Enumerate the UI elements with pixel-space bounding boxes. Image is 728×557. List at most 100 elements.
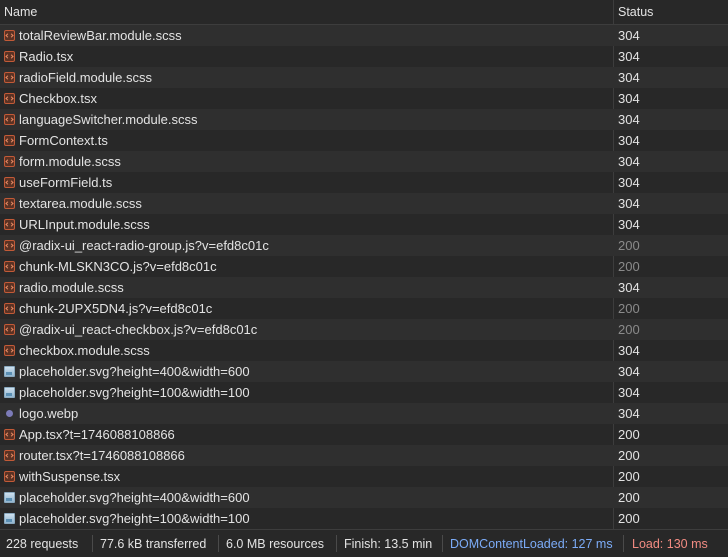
request-status: 304 bbox=[618, 70, 640, 85]
request-row[interactable]: withSuspense.tsx 200 bbox=[0, 466, 728, 487]
request-status: 304 bbox=[618, 280, 640, 295]
script-icon bbox=[4, 471, 15, 482]
image-icon bbox=[4, 387, 15, 398]
request-row[interactable]: placeholder.svg?height=400&width=600 200 bbox=[0, 487, 728, 508]
script-icon bbox=[4, 198, 15, 209]
dom-content-loaded-time: DOMContentLoaded: 127 ms bbox=[450, 537, 613, 551]
request-status: 200 bbox=[618, 469, 640, 484]
request-name[interactable]: @radix-ui_react-checkbox.js?v=efd8c01c bbox=[19, 322, 257, 337]
column-header-status[interactable]: Status bbox=[618, 5, 653, 19]
request-status: 304 bbox=[618, 28, 640, 43]
request-status: 304 bbox=[618, 364, 640, 379]
request-name[interactable]: logo.webp bbox=[19, 406, 78, 421]
script-icon bbox=[4, 114, 15, 125]
request-name[interactable]: chunk-2UPX5DN4.js?v=efd8c01c bbox=[19, 301, 212, 316]
request-row[interactable]: textarea.module.scss 304 bbox=[0, 193, 728, 214]
request-name[interactable]: Radio.tsx bbox=[19, 49, 73, 64]
script-icon bbox=[4, 261, 15, 272]
request-name[interactable]: radioField.module.scss bbox=[19, 70, 152, 85]
request-name[interactable]: totalReviewBar.module.scss bbox=[19, 28, 182, 43]
script-icon bbox=[4, 156, 15, 167]
request-row[interactable]: checkbox.module.scss 304 bbox=[0, 340, 728, 361]
request-status: 304 bbox=[618, 133, 640, 148]
request-status: 200 bbox=[618, 427, 640, 442]
request-name[interactable]: placeholder.svg?height=400&width=600 bbox=[19, 364, 250, 379]
transferred-size: 77.6 kB transferred bbox=[100, 537, 207, 551]
request-row[interactable]: placeholder.svg?height=100&width=100 304 bbox=[0, 382, 728, 403]
request-row[interactable]: URLInput.module.scss 304 bbox=[0, 214, 728, 235]
request-row[interactable]: placeholder.svg?height=400&width=600 304 bbox=[0, 361, 728, 382]
resources-size: 6.0 MB resources bbox=[226, 537, 324, 551]
request-row[interactable]: router.tsx?t=1746088108866 200 bbox=[0, 445, 728, 466]
request-row[interactable]: FormContext.ts 304 bbox=[0, 130, 728, 151]
request-status: 304 bbox=[618, 91, 640, 106]
request-row[interactable]: @radix-ui_react-checkbox.js?v=efd8c01c 20… bbox=[0, 319, 728, 340]
script-icon bbox=[4, 135, 15, 146]
request-status: 200 bbox=[618, 448, 640, 463]
script-icon bbox=[4, 51, 15, 62]
request-status: 304 bbox=[618, 112, 640, 127]
request-name[interactable]: chunk-MLSKN3CO.js?v=efd8c01c bbox=[19, 259, 217, 274]
table-header: Name Status bbox=[0, 0, 728, 25]
request-name[interactable]: radio.module.scss bbox=[19, 280, 124, 295]
load-time: Load: 130 ms bbox=[632, 537, 708, 551]
request-name[interactable]: App.tsx?t=1746088108866 bbox=[19, 427, 175, 442]
request-status: 200 bbox=[618, 490, 640, 505]
request-name[interactable]: URLInput.module.scss bbox=[19, 217, 150, 232]
request-name[interactable]: placeholder.svg?height=100&width=100 bbox=[19, 385, 250, 400]
request-name[interactable]: form.module.scss bbox=[19, 154, 121, 169]
request-name[interactable]: languageSwitcher.module.scss bbox=[19, 112, 198, 127]
request-status: 200 bbox=[618, 259, 640, 274]
script-icon bbox=[4, 30, 15, 41]
request-name[interactable]: useFormField.ts bbox=[19, 175, 112, 190]
request-status: 200 bbox=[618, 511, 640, 526]
divider bbox=[218, 535, 219, 552]
divider bbox=[336, 535, 337, 552]
image-icon bbox=[4, 513, 15, 524]
script-icon bbox=[4, 282, 15, 293]
request-status: 200 bbox=[618, 238, 640, 253]
request-name[interactable]: checkbox.module.scss bbox=[19, 343, 150, 358]
divider bbox=[92, 535, 93, 552]
request-name[interactable]: @radix-ui_react-radio-group.js?v=efd8c01… bbox=[19, 238, 269, 253]
request-row[interactable]: @radix-ui_react-radio-group.js?v=efd8c01… bbox=[0, 235, 728, 256]
request-status: 304 bbox=[618, 406, 640, 421]
request-status: 304 bbox=[618, 175, 640, 190]
request-name[interactable]: withSuspense.tsx bbox=[19, 469, 120, 484]
request-list: totalReviewBar.module.scss 304 Radio.tsx 30… bbox=[0, 25, 728, 529]
request-status: 200 bbox=[618, 301, 640, 316]
request-row[interactable]: App.tsx?t=1746088108866 200 bbox=[0, 424, 728, 445]
script-icon bbox=[4, 429, 15, 440]
request-status: 304 bbox=[618, 343, 640, 358]
request-status: 304 bbox=[618, 217, 640, 232]
script-icon bbox=[4, 177, 15, 188]
image-icon bbox=[4, 492, 15, 503]
request-row[interactable]: radioField.module.scss 304 bbox=[0, 67, 728, 88]
request-status: 304 bbox=[618, 49, 640, 64]
script-icon bbox=[4, 219, 15, 230]
request-row[interactable]: logo.webp 304 bbox=[0, 403, 728, 424]
request-row[interactable]: radio.module.scss 304 bbox=[0, 277, 728, 298]
request-name[interactable]: placeholder.svg?height=400&width=600 bbox=[19, 490, 250, 505]
divider bbox=[623, 535, 624, 552]
request-status: 304 bbox=[618, 154, 640, 169]
status-bar: 228 requests 77.6 kB transferred 6.0 MB … bbox=[0, 529, 728, 557]
request-row[interactable]: Radio.tsx 304 bbox=[0, 46, 728, 67]
request-row[interactable]: Checkbox.tsx 304 bbox=[0, 88, 728, 109]
request-row[interactable]: placeholder.svg?height=100&width=100 200 bbox=[0, 508, 728, 529]
script-icon bbox=[4, 450, 15, 461]
request-row[interactable]: totalReviewBar.module.scss 304 bbox=[0, 25, 728, 46]
request-row[interactable]: chunk-MLSKN3CO.js?v=efd8c01c 200 bbox=[0, 256, 728, 277]
request-row[interactable]: chunk-2UPX5DN4.js?v=efd8c01c 200 bbox=[0, 298, 728, 319]
request-row[interactable]: form.module.scss 304 bbox=[0, 151, 728, 172]
request-name[interactable]: placeholder.svg?height=100&width=100 bbox=[19, 511, 250, 526]
request-name[interactable]: Checkbox.tsx bbox=[19, 91, 97, 106]
request-name[interactable]: router.tsx?t=1746088108866 bbox=[19, 448, 185, 463]
request-row[interactable]: languageSwitcher.module.scss 304 bbox=[0, 109, 728, 130]
column-header-name[interactable]: Name bbox=[4, 5, 37, 19]
webp-image-icon bbox=[6, 410, 13, 417]
request-name[interactable]: FormContext.ts bbox=[19, 133, 108, 148]
request-name[interactable]: textarea.module.scss bbox=[19, 196, 142, 211]
finish-time: Finish: 13.5 min bbox=[344, 537, 433, 551]
request-row[interactable]: useFormField.ts 304 bbox=[0, 172, 728, 193]
